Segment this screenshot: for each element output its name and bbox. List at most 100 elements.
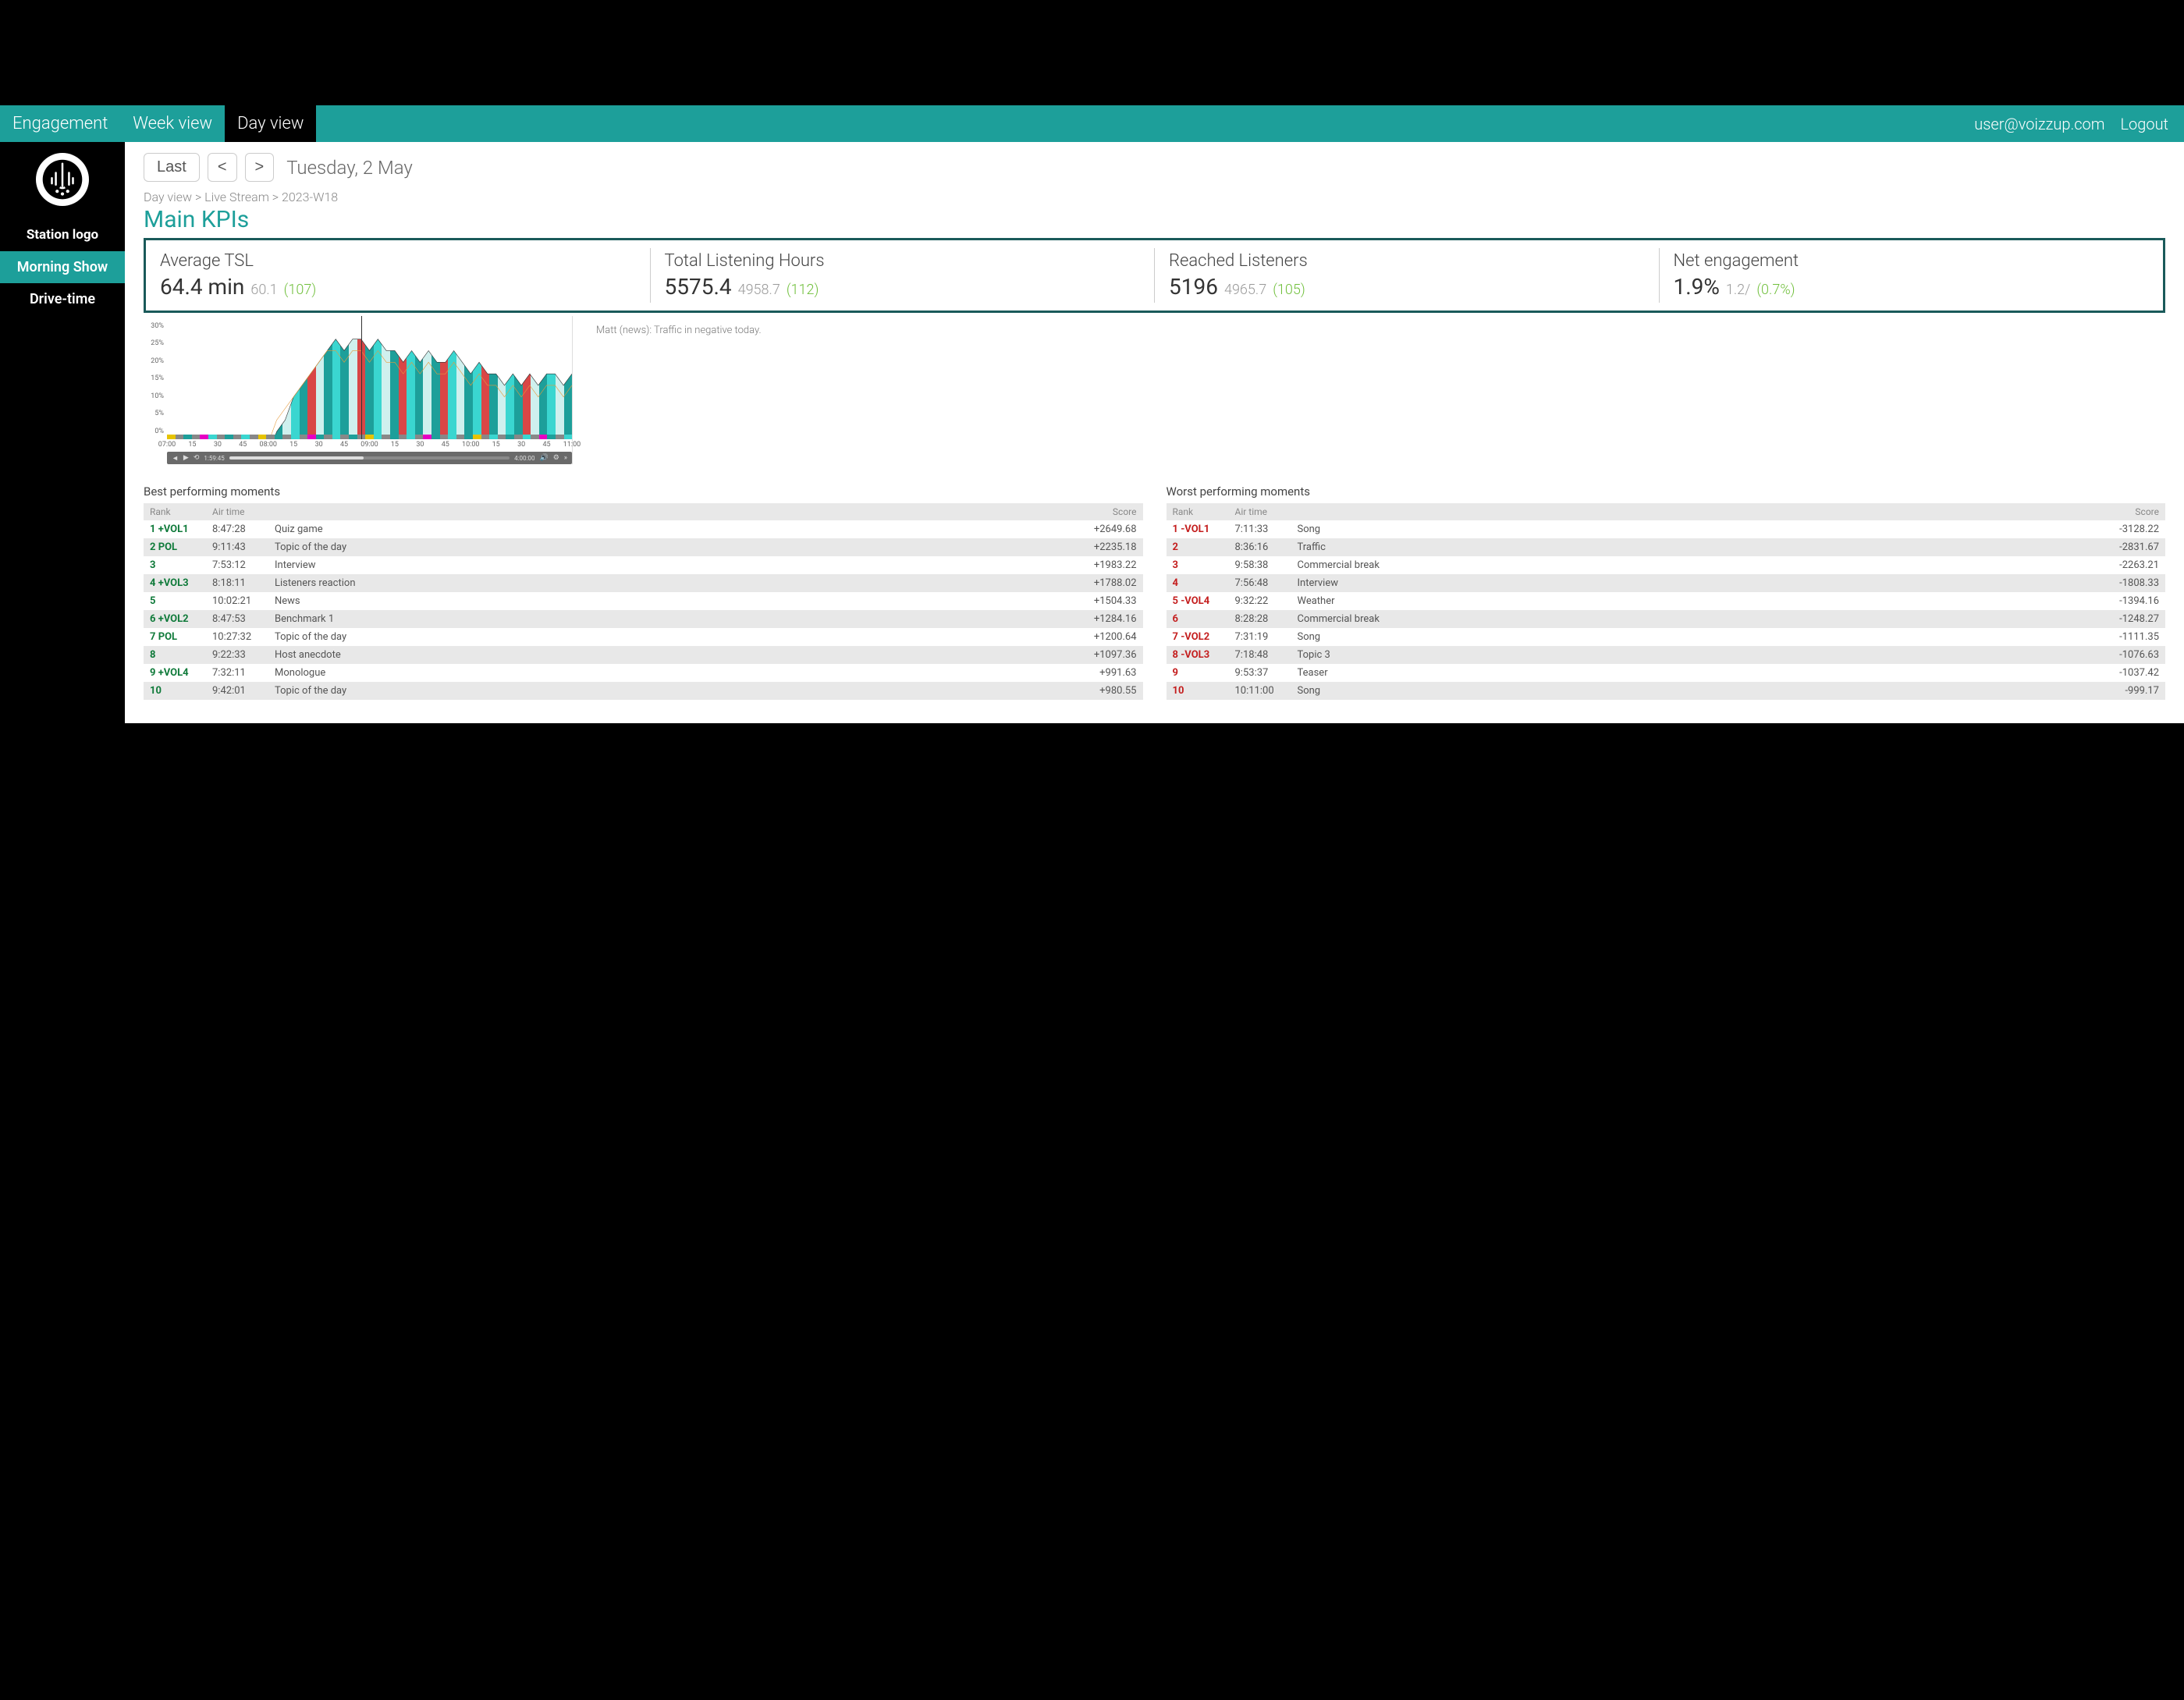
cell-airtime: 8:36:16 bbox=[1229, 538, 1291, 556]
player-track[interactable] bbox=[229, 456, 510, 460]
loop-icon[interactable]: ⟲ bbox=[194, 454, 200, 462]
segment-marker bbox=[266, 435, 275, 439]
x-tick-label: 45 bbox=[239, 441, 247, 449]
last-button[interactable]: Last bbox=[144, 153, 200, 182]
segment-marker bbox=[167, 435, 176, 439]
worst-moments-column: Worst performing moments Rank Air time S… bbox=[1167, 484, 2166, 700]
x-tick-label: 30 bbox=[416, 441, 424, 449]
col-rank: Rank bbox=[1167, 503, 1229, 520]
nav-tab-week-view[interactable]: Week view bbox=[120, 105, 225, 142]
next-button[interactable]: > bbox=[245, 153, 275, 182]
segment-marker bbox=[275, 435, 283, 439]
table-row[interactable]: 9 +VOL47:32:11Monologue+991.63 bbox=[144, 664, 1143, 682]
cell-score: +2235.18 bbox=[1073, 538, 1143, 556]
cell-desc: Interview bbox=[1291, 574, 2096, 592]
black-banner bbox=[0, 0, 2184, 105]
table-row[interactable]: 39:58:38Commercial break-2263.21 bbox=[1167, 556, 2166, 574]
kpi-main-value: 5196 bbox=[1169, 274, 1218, 300]
table-row[interactable]: 6 +VOL28:47:53Benchmark 1+1284.16 bbox=[144, 610, 1143, 628]
cell-airtime: 8:47:53 bbox=[206, 610, 268, 628]
nav-tab-day-view[interactable]: Day view bbox=[225, 105, 316, 142]
skip-back-icon[interactable]: ◄ bbox=[172, 454, 179, 463]
playhead-line bbox=[361, 316, 362, 439]
kpi-index-value: (105) bbox=[1273, 282, 1305, 298]
table-row[interactable]: 37:53:12Interview+1983.22 bbox=[144, 556, 1143, 574]
table-row[interactable]: 2 POL9:11:43Topic of the day+2235.18 bbox=[144, 538, 1143, 556]
x-tick-label: 10:00 bbox=[462, 441, 479, 449]
nav-tab-engagement[interactable]: Engagement bbox=[0, 105, 120, 142]
cell-desc: Benchmark 1 bbox=[268, 610, 1073, 628]
segment-marker bbox=[365, 435, 374, 439]
volume-icon[interactable]: 🔊 bbox=[539, 454, 548, 462]
breadcrumb[interactable]: Day view > Live Stream > 2023-W18 bbox=[144, 190, 2165, 204]
cell-rank: 8 -VOL3 bbox=[1167, 646, 1229, 664]
cell-airtime: 9:42:01 bbox=[206, 682, 268, 700]
cell-desc: Song bbox=[1291, 520, 2096, 538]
sidebar: Station logo Morning ShowDrive-time bbox=[0, 142, 125, 723]
best-moments-column: Best performing moments Rank Air time Sc… bbox=[144, 484, 1143, 700]
cell-score: -1248.27 bbox=[2095, 610, 2165, 628]
cell-score: -1037.42 bbox=[2095, 664, 2165, 682]
table-row[interactable]: 99:53:37Teaser-1037.42 bbox=[1167, 664, 2166, 682]
col-desc bbox=[1291, 503, 2096, 520]
table-row[interactable]: 28:36:16Traffic-2831.67 bbox=[1167, 538, 2166, 556]
cell-rank: 1 +VOL1 bbox=[144, 520, 206, 538]
table-row[interactable]: 510:02:21News+1504.33 bbox=[144, 592, 1143, 610]
table-row[interactable]: 68:28:28Commercial break-1248.27 bbox=[1167, 610, 2166, 628]
segment-marker bbox=[282, 435, 291, 439]
x-tick-label: 15 bbox=[289, 441, 297, 449]
top-nav-left: EngagementWeek viewDay view bbox=[0, 105, 316, 142]
table-row[interactable]: 47:56:48Interview-1808.33 bbox=[1167, 574, 2166, 592]
table-row[interactable]: 89:22:33Host anecdote+1097.36 bbox=[144, 646, 1143, 664]
engagement-chart[interactable]: 0%5%10%15%20%25%30%35% 07:0015304508:001… bbox=[144, 316, 573, 464]
kpi-main-value: 64.4 min bbox=[160, 274, 244, 300]
table-row[interactable]: 1 +VOL18:47:28Quiz game+2649.68 bbox=[144, 520, 1143, 538]
table-row[interactable]: 5 -VOL49:32:22Weather-1394.16 bbox=[1167, 592, 2166, 610]
user-email[interactable]: user@voizzup.com bbox=[1974, 115, 2104, 133]
kpi-index-value: (0.7%) bbox=[1756, 282, 1795, 298]
kpi-index-value: (107) bbox=[284, 282, 317, 298]
current-date-label: Tuesday, 2 May bbox=[286, 157, 413, 179]
cell-score: +991.63 bbox=[1073, 664, 1143, 682]
date-controls: Last < > Tuesday, 2 May bbox=[144, 153, 2165, 182]
cell-score: -2831.67 bbox=[2095, 538, 2165, 556]
kpi-title: Total Listening Hours bbox=[665, 251, 1141, 271]
station-logo-icon bbox=[36, 153, 89, 206]
cell-score: -3128.22 bbox=[2095, 520, 2165, 538]
audio-player[interactable]: ◄ ▶ ⟲ 1:59:45 4:00:00 🔊 ⚙ » bbox=[167, 452, 572, 464]
cell-airtime: 7:53:12 bbox=[206, 556, 268, 574]
segment-marker bbox=[464, 435, 473, 439]
cell-score: -1111.35 bbox=[2095, 628, 2165, 646]
forward-icon[interactable]: » bbox=[564, 454, 567, 462]
col-airtime: Air time bbox=[206, 503, 268, 520]
cell-airtime: 8:47:28 bbox=[206, 520, 268, 538]
kpi-box: Average TSL64.4 min60.1(107)Total Listen… bbox=[144, 238, 2165, 313]
segment-marker bbox=[374, 435, 382, 439]
cell-rank: 7 POL bbox=[144, 628, 206, 646]
y-tick-label: 5% bbox=[154, 410, 164, 417]
cell-score: +980.55 bbox=[1073, 682, 1143, 700]
table-row[interactable]: 109:42:01Topic of the day+980.55 bbox=[144, 682, 1143, 700]
segment-marker bbox=[316, 435, 325, 439]
table-row[interactable]: 8 -VOL37:18:48Topic 3-1076.63 bbox=[1167, 646, 2166, 664]
sidebar-item-morning-show[interactable]: Morning Show bbox=[0, 251, 125, 283]
kpi-card: Net engagement1.9%1.2/(0.7%) bbox=[1660, 248, 2164, 303]
best-table-title: Best performing moments bbox=[144, 484, 1143, 499]
table-row[interactable]: 1 -VOL17:11:33Song-3128.22 bbox=[1167, 520, 2166, 538]
col-score: Score bbox=[1073, 503, 1143, 520]
notes-column: he new slot! Matt (news): Traffic in neg… bbox=[596, 313, 2165, 464]
table-row[interactable]: 4 +VOL38:18:11Listeners reaction+1788.02 bbox=[144, 574, 1143, 592]
x-tick-label: 45 bbox=[340, 441, 348, 449]
worst-table-title: Worst performing moments bbox=[1167, 484, 2166, 499]
prev-button[interactable]: < bbox=[208, 153, 237, 182]
table-row[interactable]: 1010:11:00Song-999.17 bbox=[1167, 682, 2166, 700]
note-item: Matt (news): Traffic in negative today. bbox=[596, 325, 2165, 336]
table-row[interactable]: 7 -VOL27:31:19Song-1111.35 bbox=[1167, 628, 2166, 646]
settings-icon[interactable]: ⚙ bbox=[553, 454, 559, 462]
play-icon[interactable]: ▶ bbox=[183, 454, 189, 462]
segment-marker bbox=[324, 435, 332, 439]
logout-link[interactable]: Logout bbox=[2121, 115, 2169, 133]
table-row[interactable]: 7 POL10:27:32Topic of the day+1200.64 bbox=[144, 628, 1143, 646]
sidebar-item-drive-time[interactable]: Drive-time bbox=[0, 283, 125, 315]
segment-marker bbox=[291, 435, 300, 439]
